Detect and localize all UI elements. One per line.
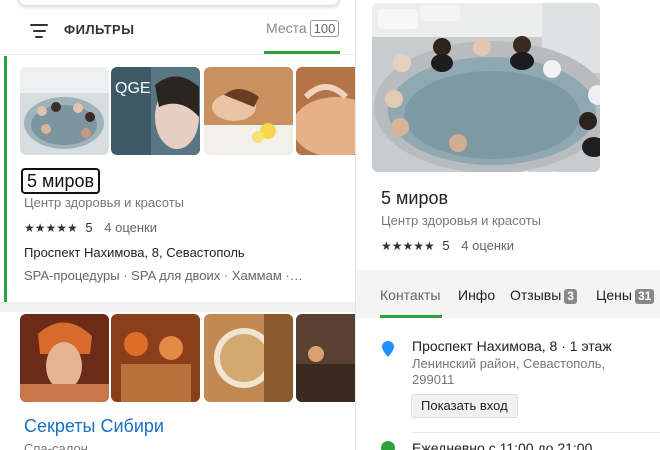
card-rating: ★★★★★ 5 4 оценки bbox=[24, 220, 157, 235]
place-category: Центр здоровья и красоты bbox=[381, 213, 542, 228]
address-district: Ленинский район, Севастополь, 299011 bbox=[412, 356, 606, 387]
carousel-dot[interactable] bbox=[542, 171, 547, 172]
detail-tabs: Контакты Инфо Отзывы 3 Цены 31 bbox=[356, 270, 660, 318]
rating-value: 5 bbox=[85, 220, 93, 235]
opening-hours[interactable]: Ежедневно с 11:00 до 21:00 bbox=[412, 440, 592, 450]
card-address: Проспект Нахимова, 8, Севастополь bbox=[24, 245, 245, 260]
card-tags: SPA-процедуры · SPA для двоих · Хаммам ·… bbox=[24, 268, 303, 283]
show-entrance-button[interactable]: Показать вход bbox=[411, 394, 518, 418]
tab-contacts[interactable]: Контакты bbox=[380, 287, 440, 303]
address-line[interactable]: Проспект Нахимова, 8 · 1 этаж bbox=[412, 338, 612, 354]
divider bbox=[0, 54, 355, 55]
star-icons: ★★★★★ bbox=[381, 239, 435, 253]
card-title[interactable]: Секреты Сибири bbox=[24, 416, 164, 437]
result-card-sekrety-sibiri[interactable]: Секреты Сибири Спа-салон bbox=[0, 304, 355, 450]
search-box-edge[interactable] bbox=[18, 0, 340, 6]
tab-prices[interactable]: Цены 31 bbox=[596, 287, 655, 304]
place-title: 5 миров bbox=[381, 188, 449, 208]
clock-icon bbox=[381, 441, 395, 450]
tab-reviews-label: Отзывы bbox=[510, 287, 562, 303]
star-icons: ★★★★★ bbox=[24, 221, 78, 235]
ratings-count[interactable]: 4 оценки bbox=[104, 220, 157, 235]
card-category: Центр здоровья и красоты bbox=[24, 195, 185, 210]
photo-thumbnail-sauna[interactable] bbox=[111, 314, 200, 402]
photo-thumbnail-pool[interactable] bbox=[20, 67, 109, 155]
reviews-count-badge: 3 bbox=[564, 289, 577, 304]
prices-count-badge: 31 bbox=[634, 289, 655, 304]
ratings-count[interactable]: 4 оценки bbox=[461, 238, 514, 253]
places-count-badge: 100 bbox=[309, 20, 340, 37]
hero-photo[interactable] bbox=[372, 3, 600, 172]
active-indicator bbox=[4, 56, 7, 302]
location-pin-icon bbox=[382, 341, 394, 357]
card-photo-strip[interactable]: QGE bbox=[20, 67, 355, 155]
photo-thumbnail-massage[interactable] bbox=[204, 67, 293, 155]
card-photo-strip[interactable] bbox=[20, 314, 355, 402]
carousel-dot[interactable] bbox=[533, 171, 538, 172]
thumbnail-brand-text: QGE bbox=[115, 80, 151, 97]
photo-thumbnail-face[interactable]: QGE bbox=[111, 67, 200, 155]
filter-icon[interactable] bbox=[30, 24, 48, 38]
filters-bar: ФИЛЬТРЫ Места 100 bbox=[0, 8, 355, 54]
filters-button[interactable]: ФИЛЬТРЫ bbox=[64, 22, 134, 37]
tab-places-label: Места bbox=[266, 20, 307, 36]
carousel-dots[interactable] bbox=[524, 163, 560, 172]
photo-thumbnail-interior[interactable] bbox=[296, 314, 355, 402]
photo-thumbnail-mirror[interactable] bbox=[204, 314, 293, 402]
card-category: Спа-салон bbox=[24, 441, 88, 450]
tab-info[interactable]: Инфо bbox=[458, 287, 495, 303]
tab-places[interactable]: Места 100 bbox=[266, 20, 340, 37]
tab-contacts-underline bbox=[380, 315, 442, 318]
photo-thumbnail-towel[interactable] bbox=[20, 314, 109, 402]
place-detail-panel: 5 миров Центр здоровья и красоты ★★★★★ 5… bbox=[356, 0, 660, 450]
tab-reviews[interactable]: Отзывы 3 bbox=[510, 287, 577, 304]
result-card-5-mirov[interactable]: QGE 5 миров Центр здоровья и красоты ★★★… bbox=[0, 56, 355, 302]
divider bbox=[412, 432, 660, 433]
rating-value: 5 bbox=[442, 238, 450, 253]
carousel-dot[interactable] bbox=[551, 171, 556, 172]
carousel-dot[interactable] bbox=[524, 171, 529, 172]
place-rating: ★★★★★ 5 4 оценки bbox=[381, 238, 514, 253]
results-panel: ФИЛЬТРЫ Места 100 QGE 5 миров Центр здор… bbox=[0, 0, 356, 450]
tab-prices-label: Цены bbox=[596, 287, 632, 303]
card-title[interactable]: 5 миров bbox=[21, 168, 101, 194]
photo-thumbnail-back-massage[interactable] bbox=[296, 67, 355, 155]
